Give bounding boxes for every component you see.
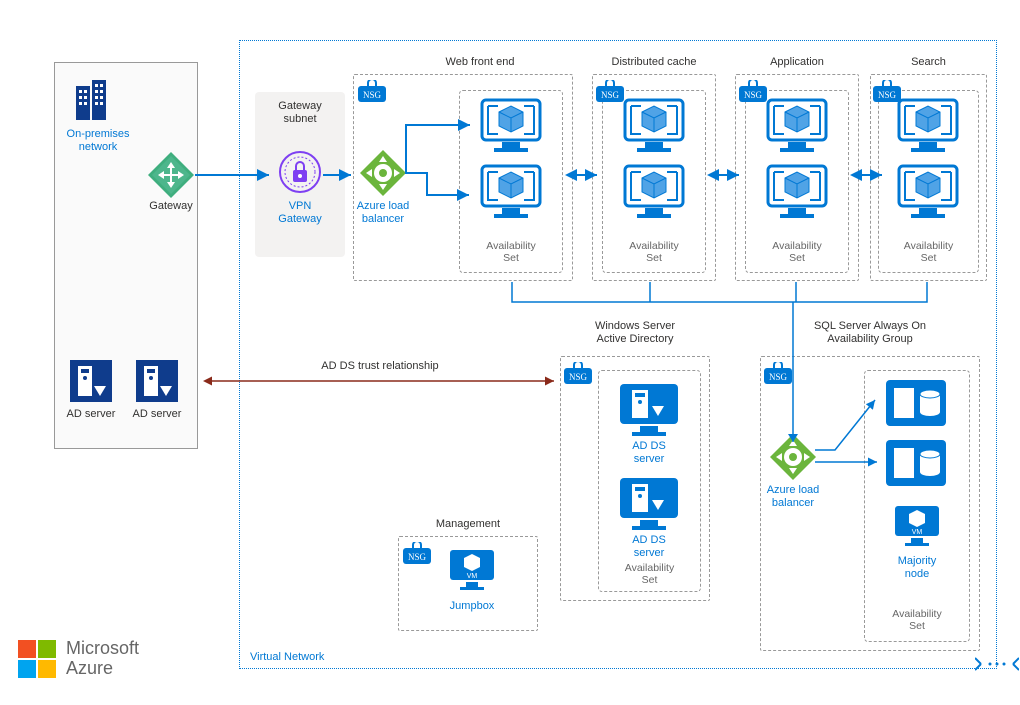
arrow-cache-app	[707, 168, 743, 182]
vm-app-2-icon	[766, 164, 828, 220]
web-tier-title: Web front end	[400, 56, 560, 69]
ad-server-1-icon	[68, 358, 114, 404]
arrow-lb-to-web-1	[404, 120, 479, 176]
arrow-app-search	[850, 168, 886, 182]
gateway-label: Gateway	[143, 200, 199, 213]
ad-trust-label: AD DS trust relationship	[285, 360, 475, 373]
search-tier-title: Search	[870, 56, 987, 69]
vpn-gateway-label: VPN Gateway	[255, 200, 345, 226]
jumpbox-icon: VM	[448, 548, 496, 596]
management-title: Management	[398, 518, 538, 531]
ad-server-2-icon	[134, 358, 180, 404]
vm-cache-2-icon	[623, 164, 685, 220]
arrow-sqllb-to-vm1	[815, 400, 885, 450]
vm-web-1-icon	[480, 98, 542, 154]
nsg-badge-web: NSG	[358, 80, 386, 104]
nsg-badge-app: NSG	[739, 80, 767, 104]
adds-server-2-label: AD DS server	[610, 534, 688, 560]
svg-text:NSG: NSG	[363, 90, 382, 100]
app-availset-label: Availability Set	[745, 240, 849, 264]
svg-text:NSG: NSG	[878, 90, 897, 100]
sql-availset-label: Availability Set	[864, 608, 970, 632]
nsg-badge-mgmt: NSG	[403, 542, 431, 566]
vm-search-1-icon	[897, 98, 959, 154]
azure-text: Azure	[66, 658, 113, 679]
vm-search-2-icon	[897, 164, 959, 220]
svg-text:VM: VM	[467, 573, 478, 580]
ad-server-1-label: AD server	[60, 408, 122, 421]
nsg-badge-cache: NSG	[596, 80, 624, 104]
microsoft-text: Microsoft	[66, 638, 139, 659]
ad-availset-label: Availability Set	[598, 562, 701, 586]
azure-lb-label-1: Azure load balancer	[348, 200, 418, 226]
vm-cache-1-icon	[623, 98, 685, 154]
on-premises-title: On-premises network	[58, 128, 138, 154]
arrow-ad-trust	[200, 374, 560, 388]
app-tier-title: Application	[735, 56, 859, 69]
cache-availset-label: Availability Set	[602, 240, 706, 264]
adds-server-2-icon	[618, 476, 680, 534]
search-availset-label: Availability Set	[878, 240, 979, 264]
svg-text:NSG: NSG	[408, 552, 427, 562]
majority-node-label: Majority node	[875, 555, 959, 581]
cache-tier-title: Distributed cache	[592, 56, 716, 69]
svg-text:NSG: NSG	[601, 90, 620, 100]
virtual-network-label: Virtual Network	[250, 651, 324, 663]
svg-text:NSG: NSG	[744, 90, 763, 100]
gateway-subnet-title: Gateway subnet	[255, 100, 345, 126]
azure-lb-icon-1	[360, 150, 406, 196]
arrow-web-cache	[565, 168, 601, 182]
arrow-lb-to-web-2	[407, 170, 477, 200]
azure-lb-label-2: Azure load balancer	[758, 484, 828, 510]
majority-node-icon: VM	[893, 504, 941, 552]
vnet-peering-icon	[975, 654, 1019, 674]
vm-app-1-icon	[766, 98, 828, 154]
ad-server-2-label: AD server	[126, 408, 188, 421]
arrow-sqllb-to-vm2	[815, 455, 885, 469]
vm-web-2-icon	[480, 164, 542, 220]
vpn-gateway-icon	[278, 150, 322, 194]
arrow-gateway-to-vpn	[195, 170, 277, 180]
web-availset-label: Availability Set	[459, 240, 563, 264]
gateway-icon	[148, 152, 194, 198]
arrow-vpn-to-lb	[323, 170, 359, 180]
nsg-badge-search: NSG	[873, 80, 901, 104]
svg-text:VM: VM	[912, 529, 923, 536]
buildings-icon	[72, 80, 116, 124]
jumpbox-label: Jumpbox	[430, 600, 514, 613]
